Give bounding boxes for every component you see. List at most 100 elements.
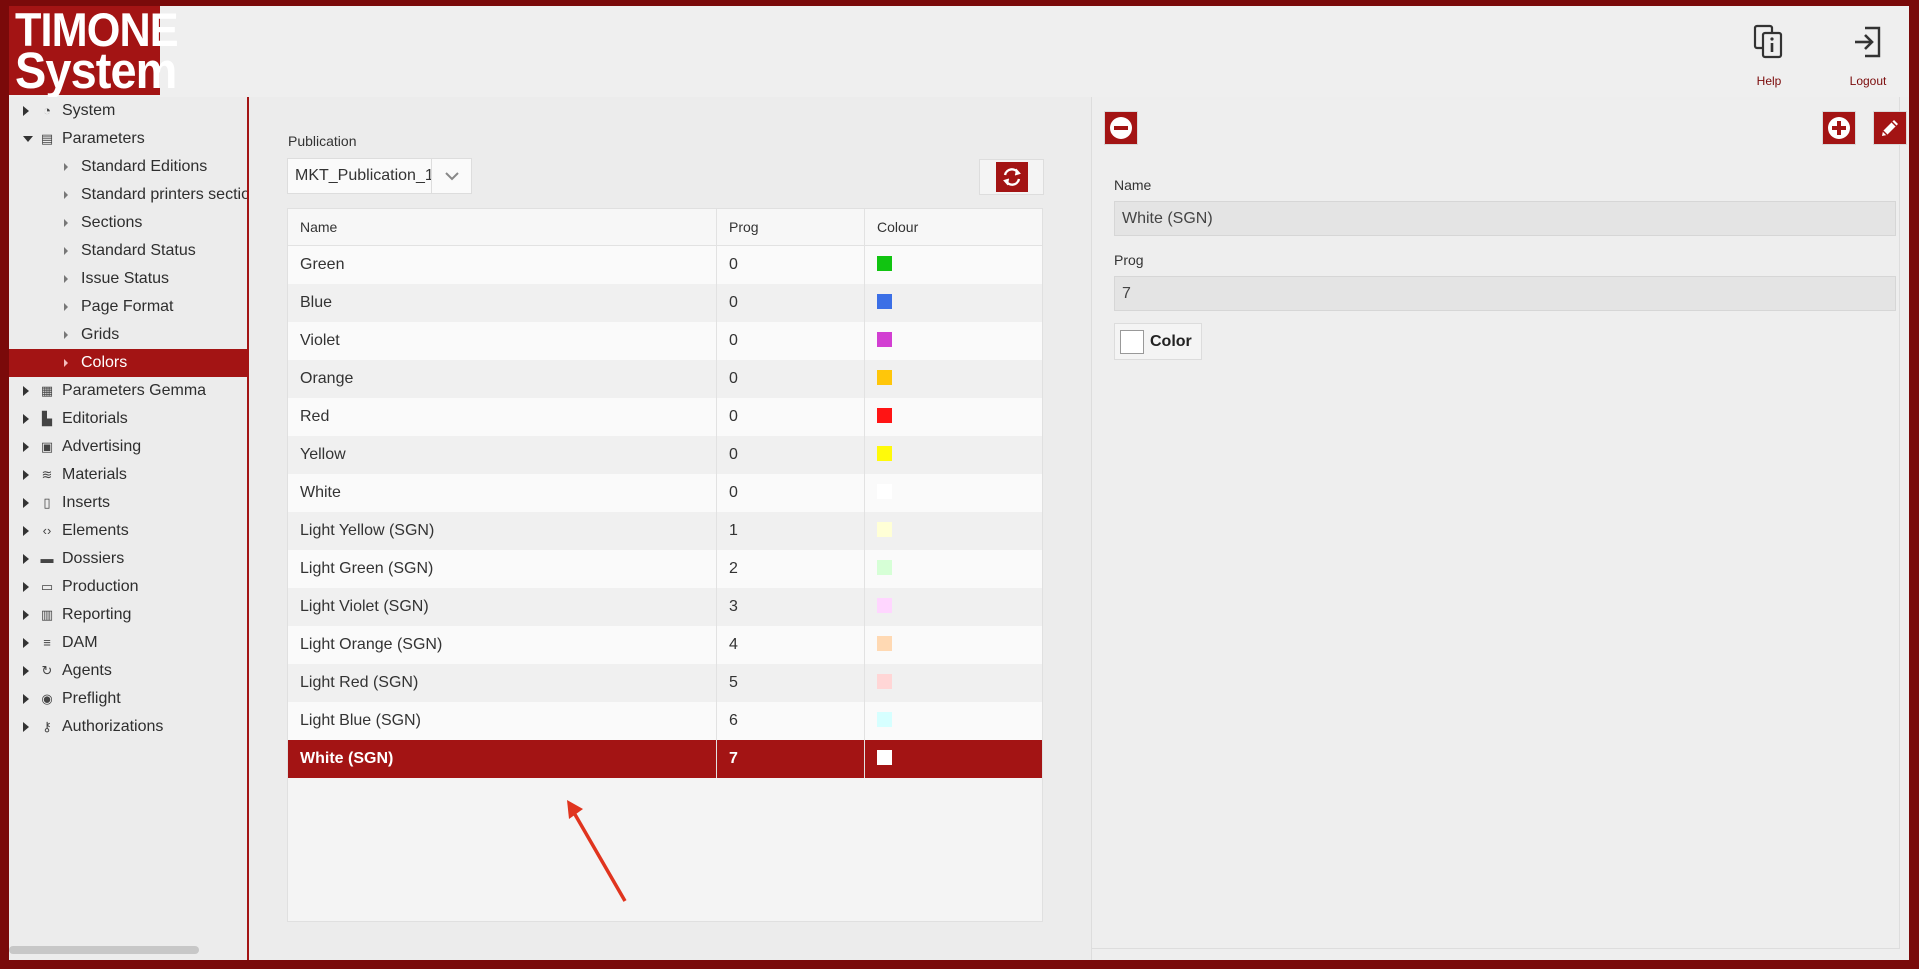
sidebar-item-label: Agents [62,662,112,679]
table-row[interactable]: Light Blue (SGN) 6 [288,702,1042,740]
table-row[interactable]: White (SGN) 7 [288,740,1042,778]
column-header-name[interactable]: Name [288,209,717,245]
table-row[interactable]: Light Orange (SGN) 4 [288,626,1042,664]
publication-select[interactable]: MKT_Publication_1 [287,158,472,194]
cell-colour [865,626,1042,664]
sidebar-item-system[interactable]: ◔ System [9,97,247,125]
sidebar-item-editorials[interactable]: ▙ Editorials [9,405,247,433]
sidebar-item-standard-editions[interactable]: Standard Editions [9,153,247,181]
logout-button[interactable]: Logout [1828,16,1908,94]
edit-button[interactable] [1873,111,1907,145]
table-row[interactable]: Blue 0 [288,284,1042,322]
caret-right-icon[interactable] [23,554,29,564]
sidebar-item-page-format[interactable]: Page Format [9,293,247,321]
table-row[interactable]: Orange 0 [288,360,1042,398]
help-icon [1753,24,1783,59]
caret-right-icon[interactable] [23,666,29,676]
caret-right-icon[interactable] [23,610,29,620]
sidebar-item-label: Preflight [62,690,121,707]
caret-right-icon[interactable] [64,247,68,255]
caret-right-icon[interactable] [23,442,29,452]
color-swatch [877,331,892,347]
caret-down-icon[interactable] [23,136,33,142]
caret-right-icon[interactable] [64,359,68,367]
sidebar-item-parameters[interactable]: ▤ Parameters [9,125,247,153]
caret-right-icon[interactable] [23,386,29,396]
caret-right-icon[interactable] [23,694,29,704]
table-row[interactable]: Light Violet (SGN) 3 [288,588,1042,626]
color-swatch [877,445,892,461]
cell-colour [865,588,1042,626]
briefcase-icon: ▭ [40,579,54,594]
table-row[interactable]: Yellow 0 [288,436,1042,474]
prog-field[interactable]: 7 [1114,276,1896,311]
annotation-arrow [567,800,627,902]
caret-right-icon[interactable] [23,526,29,536]
table-row[interactable]: Green 0 [288,246,1042,284]
table-row[interactable]: White 0 [288,474,1042,512]
color-swatch [877,559,892,575]
sidebar-item-standard-status[interactable]: Standard Status [9,237,247,265]
table-row[interactable]: Light Red (SGN) 5 [288,664,1042,702]
sidebar-item-sections[interactable]: Sections [9,209,247,237]
table-row[interactable]: Red 0 [288,398,1042,436]
table-row[interactable]: Light Green (SGN) 2 [288,550,1042,588]
sidebar-item-dossiers[interactable]: ▬ Dossiers [9,545,247,573]
caret-right-icon[interactable] [64,303,68,311]
sidebar-item-advertising[interactable]: ▣ Advertising [9,433,247,461]
cell-name: White (SGN) [288,740,717,778]
sidebar-item-preflight[interactable]: ◉ Preflight [9,685,247,713]
caret-right-icon[interactable] [64,331,68,339]
cell-name: Light Yellow (SGN) [288,512,717,550]
sidebar-item-production[interactable]: ▭ Production [9,573,247,601]
refresh-button[interactable] [995,162,1028,192]
color-picker-button[interactable]: Color [1114,323,1202,360]
sidebar-item-reporting[interactable]: ▥ Reporting [9,601,247,629]
folder-icon: ▬ [40,551,54,566]
sidebar-item-authorizations[interactable]: ⚷ Authorizations [9,713,247,741]
cell-colour [865,474,1042,512]
caret-right-icon[interactable] [23,498,29,508]
column-header-colour[interactable]: Colour [865,209,1042,245]
caret-right-icon[interactable] [23,414,29,424]
caret-right-icon[interactable] [23,638,29,648]
caret-right-icon[interactable] [64,275,68,283]
sidebar-horizontal-scrollbar[interactable] [9,946,199,954]
color-button-label: Color [1150,332,1192,350]
sidebar-item-elements[interactable]: ‹› Elements [9,517,247,545]
add-button[interactable] [1822,111,1856,145]
caret-right-icon[interactable] [23,470,29,480]
color-swatch [877,711,892,727]
sidebar-item-materials[interactable]: ≋ Materials [9,461,247,489]
remove-button[interactable] [1104,111,1138,145]
column-header-prog[interactable]: Prog [717,209,865,245]
cell-name: Orange [288,360,717,398]
chevron-down-icon[interactable] [431,159,471,193]
sidebar-item-standard-printers-sections[interactable]: Standard printers sections [9,181,247,209]
timone-logo[interactable]: TIMONE System [9,6,179,96]
cell-colour [865,398,1042,436]
calendar-icon: ▦ [40,383,54,398]
caret-right-icon[interactable] [23,106,29,116]
sidebar-item-parameters-gemma[interactable]: ▦ Parameters Gemma [9,377,247,405]
sidebar-item-colors[interactable]: Colors [9,349,247,377]
sidebar-item-inserts[interactable]: ▯ Inserts [9,489,247,517]
caret-right-icon[interactable] [23,722,29,732]
name-field-label: Name [1114,177,1152,193]
sidebar-item-agents[interactable]: ↻ Agents [9,657,247,685]
refresh-icon [1002,168,1021,186]
name-field[interactable]: White (SGN) [1114,201,1896,236]
sidebar-item-dam[interactable]: ≡ DAM [9,629,247,657]
color-swatch [877,255,892,271]
caret-right-icon[interactable] [23,582,29,592]
pencil-icon [1882,120,1898,136]
sidebar-item-issue-status[interactable]: Issue Status [9,265,247,293]
help-button[interactable]: Help [1729,16,1809,94]
table-row[interactable]: Violet 0 [288,322,1042,360]
sidebar-item-grids[interactable]: Grids [9,321,247,349]
cell-prog: 7 [717,740,865,778]
caret-right-icon[interactable] [64,163,68,171]
caret-right-icon[interactable] [64,191,68,199]
caret-right-icon[interactable] [64,219,68,227]
table-row[interactable]: Light Yellow (SGN) 1 [288,512,1042,550]
